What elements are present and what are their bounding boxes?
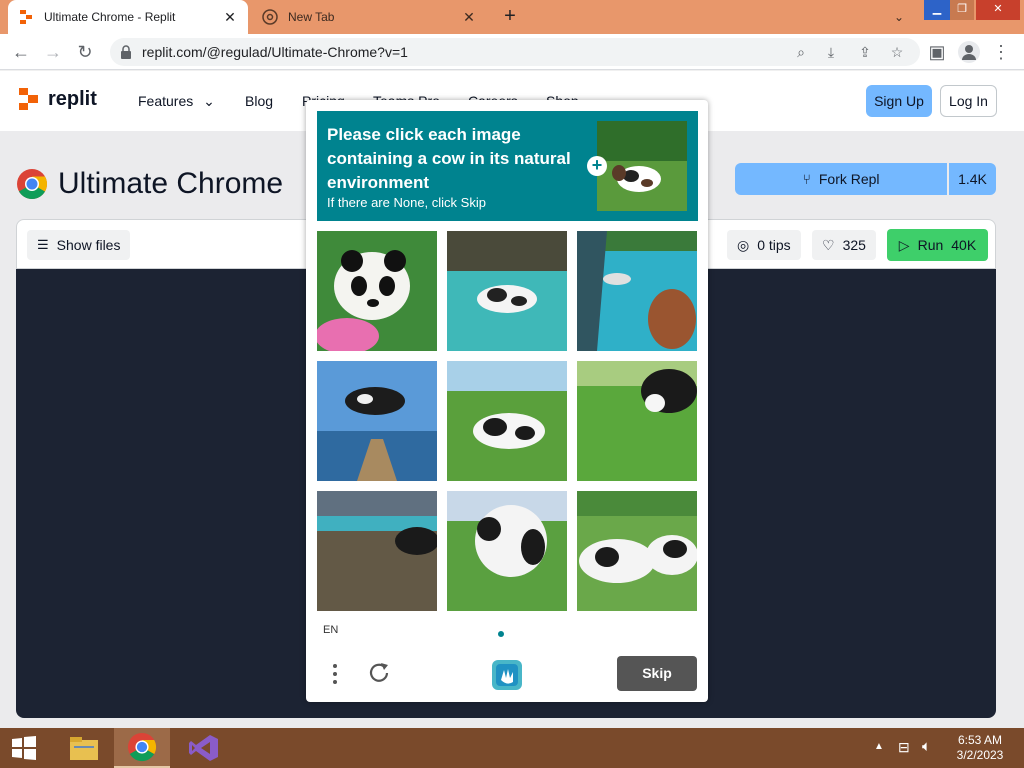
captcha-image-5[interactable]	[447, 361, 567, 481]
replit-logo-icon	[19, 88, 38, 110]
menu-kebab-icon[interactable]: ⋮	[990, 41, 1012, 63]
minimize-button[interactable]: ▁	[924, 0, 950, 20]
chrome-taskbar-button[interactable]	[114, 728, 170, 768]
chevron-down-icon: ⌄	[203, 93, 215, 109]
address-bar[interactable]: replit.com/@regulad/Ultimate-Chrome?v=1 …	[110, 38, 920, 66]
system-clock[interactable]: 6:53 AM 3/2/2023	[948, 733, 1012, 763]
captcha-image-1[interactable]	[317, 231, 437, 351]
tray-up-arrow-icon[interactable]: ▲	[874, 741, 884, 768]
replit-logo[interactable]: replit	[18, 87, 97, 111]
run-button[interactable]: ▷ Run 40K	[887, 229, 988, 261]
captcha-image-4[interactable]	[317, 361, 437, 481]
bookmark-star-icon[interactable]: ☆	[888, 43, 906, 61]
fork-count[interactable]: 1.4K	[949, 163, 996, 195]
tips-label: 0 tips	[757, 237, 791, 253]
files-icon: ☰	[37, 237, 49, 252]
captcha-image-9[interactable]	[577, 491, 697, 611]
sign-up-button[interactable]: Sign Up	[866, 85, 932, 117]
captcha-menu-icon[interactable]	[328, 662, 342, 686]
run-label: Run	[917, 237, 944, 253]
captcha-image-6[interactable]	[577, 361, 697, 481]
forward-button[interactable]: →	[42, 41, 64, 63]
nav-features-label: Features	[138, 93, 194, 109]
install-icon[interactable]: ⤓	[822, 43, 840, 61]
show-files-button[interactable]: ☰ Show files	[27, 230, 131, 260]
captcha-prompt: Please click each image containing a cow…	[327, 125, 571, 192]
heart-icon: ♡	[822, 236, 835, 253]
lock-icon	[121, 45, 131, 59]
tips-icon: ◎	[737, 236, 750, 253]
clock-time: 6:53 AM	[957, 733, 1003, 747]
profile-avatar[interactable]	[958, 41, 980, 63]
captcha-subprompt: If there are None, click Skip	[327, 195, 486, 210]
tab-ultimate-chrome[interactable]: Ultimate Chrome - Replit ✕	[8, 0, 248, 34]
captcha-image-7[interactable]	[317, 491, 437, 611]
tab-title: Ultimate Chrome - Replit	[44, 10, 176, 24]
close-window-button[interactable]: ✕	[976, 0, 1020, 20]
skip-button[interactable]: Skip	[617, 656, 697, 691]
zoom-plus-icon[interactable]: +	[587, 156, 607, 176]
network-icon[interactable]: ⊟	[898, 739, 910, 768]
nav-features[interactable]: Features ⌄	[138, 93, 215, 110]
tab-search-icon[interactable]: ⌄	[890, 8, 908, 26]
play-icon: ▷	[898, 236, 910, 253]
sample-cow-image	[597, 121, 687, 211]
fork-label: Fork Repl	[818, 171, 880, 187]
start-button[interactable]	[0, 728, 48, 768]
repl-title: Ultimate Chrome	[16, 167, 283, 201]
captcha-header: Please click each image containing a cow…	[317, 111, 698, 221]
back-button[interactable]: ←	[10, 41, 32, 63]
new-tab-button[interactable]: +	[498, 5, 522, 29]
zoom-icon[interactable]: ⌕	[792, 43, 810, 61]
captcha-challenge: Please click each image containing a cow…	[306, 100, 708, 702]
person-icon	[962, 45, 976, 60]
captcha-image-8[interactable]	[447, 491, 567, 611]
refresh-icon[interactable]	[366, 660, 392, 686]
repl-title-text: Ultimate Chrome	[58, 167, 284, 200]
tab-new-tab[interactable]: New Tab ✕	[252, 0, 487, 34]
log-in-button[interactable]: Log In	[940, 85, 997, 117]
chrome-favicon-icon	[262, 9, 278, 25]
language-selector[interactable]: EN	[323, 624, 338, 636]
show-files-label: Show files	[56, 237, 121, 253]
page-indicator-dot	[498, 631, 504, 637]
run-count: 40K	[951, 237, 977, 253]
chrome-logo-icon	[17, 169, 48, 200]
reload-button[interactable]: ↻	[74, 41, 96, 63]
captcha-image-3[interactable]	[577, 231, 697, 351]
side-panel-icon[interactable]: ▣	[926, 41, 948, 63]
browser-tabstrip: Ultimate Chrome - Replit ✕ New Tab ✕ + ⌄…	[0, 0, 1024, 34]
volume-icon[interactable]: 🔈︎	[922, 738, 931, 768]
clock-date: 3/2/2023	[956, 748, 1004, 762]
windows-logo-icon	[12, 736, 36, 760]
chrome-icon	[127, 732, 157, 762]
logo-text: replit	[48, 87, 97, 110]
captcha-image-grid	[317, 231, 698, 611]
tips-button[interactable]: ◎ 0 tips	[727, 230, 801, 260]
nav-blog[interactable]: Blog	[245, 93, 273, 109]
hcaptcha-logo-icon	[492, 660, 522, 690]
file-explorer-button[interactable]	[56, 728, 112, 768]
restore-button[interactable]: ❐	[950, 0, 974, 20]
url-text: replit.com/@regulad/Ultimate-Chrome?v=1	[142, 44, 408, 60]
fork-icon: ⑂	[802, 171, 811, 187]
browser-toolbar: ← → ↻ replit.com/@regulad/Ultimate-Chrom…	[0, 34, 1024, 70]
visual-studio-icon	[189, 735, 218, 761]
like-button[interactable]: ♡ 325	[812, 230, 876, 260]
tab-title: New Tab	[288, 10, 335, 24]
like-count: 325	[842, 237, 866, 253]
folder-icon	[70, 737, 98, 760]
fork-repl-button[interactable]: ⑂ Fork Repl	[735, 163, 947, 195]
captcha-image-2[interactable]	[447, 231, 567, 351]
share-icon[interactable]: ⇪	[856, 43, 874, 61]
visual-studio-button[interactable]	[176, 728, 232, 768]
close-tab-icon[interactable]: ✕	[461, 9, 477, 26]
replit-favicon-icon	[20, 10, 32, 24]
close-tab-icon[interactable]: ✕	[222, 9, 238, 26]
windows-taskbar: ▲ ⊟ 🔈︎ 6:53 AM 3/2/2023	[0, 728, 1024, 768]
